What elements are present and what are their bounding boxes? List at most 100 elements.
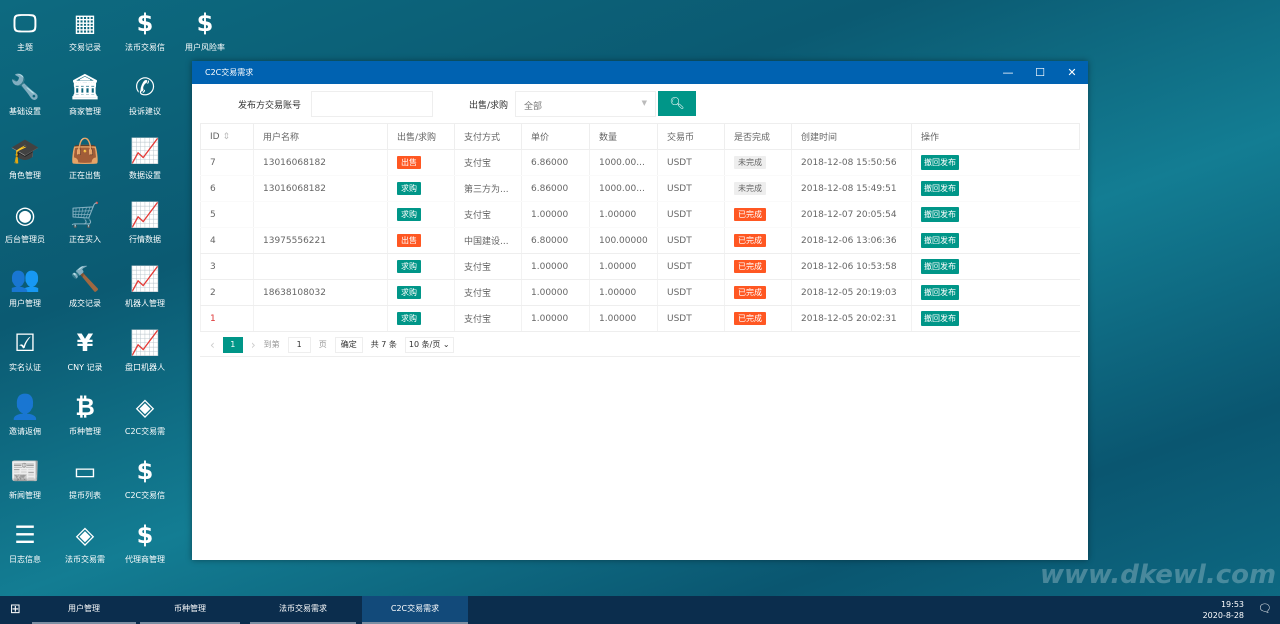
windows-icon[interactable]: ⊞ — [10, 602, 21, 617]
caret-down-icon: ▼ — [641, 99, 647, 107]
cell-status: 已完成 — [724, 201, 792, 228]
withdraw-button[interactable]: 撤回发布 — [921, 311, 959, 326]
desktop-icon[interactable]: ◈ 法币交易需 — [55, 520, 115, 565]
type-badge: 出售 — [397, 234, 421, 247]
cart-icon: 🛒 — [70, 201, 100, 229]
type-badge: 求购 — [397, 286, 421, 299]
desktop-icon[interactable]: $ 代理商管理 — [115, 520, 175, 565]
desktop-icon-label: C2C交易信 — [124, 491, 166, 500]
withdraw-button[interactable]: 撤回发布 — [921, 259, 959, 274]
page-size-value: 10 条/页 — [408, 339, 441, 349]
cell-id: 2 — [200, 279, 254, 306]
desktop-icon-label: 盘口机器人 — [125, 363, 165, 372]
desktop-icon[interactable]: 📈 机器人管理 — [115, 264, 175, 309]
desktop-icon[interactable]: 👤 邀请返佣 — [0, 392, 55, 437]
goto-page-input[interactable]: 1 — [287, 336, 311, 353]
chat-bubble-icon[interactable]: 🗨︎ — [1258, 602, 1272, 615]
desktop-icon-label: 行情数据 — [129, 235, 161, 244]
type-select[interactable]: 全部 ▼ — [515, 91, 656, 117]
desktop-icon[interactable]: $ 用户风险率 — [175, 8, 235, 53]
header-label: 创建时间 — [801, 133, 838, 143]
c2c-window: C2C交易需求 — ☐ ✕ 发布方交易账号 出售/求购 全部 ▼ 🔍︎ ID ⇕ 用… — [192, 61, 1088, 560]
line-chart-icon: 📈 — [130, 329, 160, 357]
cell-user: 18638108032 — [253, 279, 388, 306]
cell-time: 2018-12-08 15:49:51 — [791, 175, 912, 202]
desktop-icon[interactable]: 📰 新闻管理 — [0, 456, 55, 501]
withdraw-button[interactable]: 撤回发布 — [921, 207, 959, 222]
window-title: C2C交易需求 — [205, 68, 254, 77]
cell-id: 1 — [200, 305, 254, 332]
table-row: 5 求购 支付宝 1.00000 1.00000 USDT 已完成 2018-1… — [200, 201, 1080, 228]
desktop-icon-label: 成交记录 — [69, 299, 101, 308]
desktop-icon[interactable]: ☰ 日志信息 — [0, 520, 55, 565]
withdraw-button[interactable]: 撤回发布 — [921, 233, 959, 248]
clock[interactable]: 19:53 2020-8-28 — [1203, 599, 1244, 621]
line-chart-icon: 📈 — [130, 201, 160, 229]
desktop-icon[interactable]: 🎓 角色管理 — [0, 136, 55, 181]
search-button[interactable]: 🔍︎ — [658, 91, 696, 116]
page-1-button[interactable]: 1 — [222, 336, 243, 353]
sort-icon[interactable]: ⇕ — [222, 132, 230, 142]
newspaper-icon: 📰 — [10, 457, 40, 485]
taskbar-item[interactable]: 币种管理 — [140, 596, 240, 624]
minimize-button[interactable]: — — [993, 61, 1023, 84]
page-size-select[interactable]: 10 条/页 ⌄ — [404, 336, 454, 353]
desktop-icon[interactable]: 🖵 主题 — [0, 8, 55, 53]
desktop-icon[interactable]: 📈 数据设置 — [115, 136, 175, 181]
desktop-icon[interactable]: 👜 正在出售 — [55, 136, 115, 181]
header-label: 出售/求购 — [397, 133, 437, 143]
desktop-icon-label: 正在出售 — [69, 171, 101, 180]
desktop-icon[interactable]: ◈ C2C交易需 — [115, 392, 175, 437]
desktop-icon[interactable]: ¥ CNY 记录 — [55, 328, 115, 373]
cell-coin: USDT — [657, 279, 725, 306]
withdraw-button[interactable]: 撤回发布 — [921, 155, 959, 170]
desktop-icon[interactable]: ◉ 后台管理员 — [0, 200, 55, 245]
table-row: 4 13975556221 出售 中国建设... 6.80000 100.000… — [200, 227, 1080, 254]
desktop-icon-label: 数据设置 — [129, 171, 161, 180]
desktop-icon[interactable]: 🔨 成交记录 — [55, 264, 115, 309]
goto-confirm-button[interactable]: 确定 — [334, 336, 363, 353]
desktop-icon-label: 日志信息 — [9, 555, 41, 564]
watermark: www.dkewl.com — [1040, 560, 1277, 590]
desktop-icon[interactable]: 📈 盘口机器人 — [115, 328, 175, 373]
user-plus-icon: 👤 — [10, 393, 40, 421]
status-badge: 已完成 — [734, 234, 766, 247]
withdraw-button[interactable]: 撤回发布 — [921, 285, 959, 300]
desktop-icon-label: 主题 — [17, 43, 33, 52]
cell-qty: 1.00000 — [589, 201, 658, 228]
desktop-icon[interactable]: 📈 行情数据 — [115, 200, 175, 245]
desktop-icon[interactable]: 🏛 商家管理 — [55, 72, 115, 117]
desktop-icon[interactable]: ▦ 交易记录 — [55, 8, 115, 53]
maximize-button[interactable]: ☐ — [1025, 61, 1055, 84]
desktop-icon[interactable]: 👥 用户管理 — [0, 264, 55, 309]
account-input[interactable] — [311, 91, 433, 117]
cell-pay: 支付宝 — [454, 201, 522, 228]
taskbar-item[interactable]: C2C交易需求 — [362, 596, 468, 624]
prev-page-button[interactable]: ‹ — [210, 338, 215, 352]
desktop-icon[interactable]: ₿ 币种管理 — [55, 392, 115, 437]
desktop-icon[interactable]: 🛒 正在买入 — [55, 200, 115, 245]
cell-price: 6.80000 — [521, 227, 590, 254]
desktop-icon[interactable]: $ C2C交易信 — [115, 456, 175, 501]
exchange-icon: ◈ — [135, 393, 155, 421]
yen-icon: ¥ — [76, 329, 94, 357]
taskbar-item[interactable]: 用户管理 — [32, 596, 136, 624]
desktop-icon[interactable]: ☑ 实名认证 — [0, 328, 55, 373]
next-page-button[interactable]: › — [251, 338, 256, 352]
desktop-icon-label: 角色管理 — [9, 171, 41, 180]
desktop-icon[interactable]: ✆ 投诉建议 — [115, 72, 175, 117]
desktop-icon[interactable]: $ 法币交易信 — [115, 8, 175, 53]
close-button[interactable]: ✕ — [1057, 61, 1087, 84]
desktop-icon-label: 新闻管理 — [9, 491, 41, 500]
desktop-icon[interactable]: 🔧 基础设置 — [0, 72, 55, 117]
desktop-icon-label: 基础设置 — [9, 107, 41, 116]
withdraw-button[interactable]: 撤回发布 — [921, 181, 959, 196]
cell-status: 已完成 — [724, 253, 792, 280]
column-header[interactable]: ID ⇕ — [200, 123, 254, 150]
window-titlebar[interactable]: C2C交易需求 — [192, 61, 1088, 84]
cell-coin: USDT — [657, 201, 725, 228]
taskbar-item[interactable]: 法币交易需求 — [250, 596, 356, 624]
users-icon: 👥 — [10, 265, 40, 293]
cell-user: 13975556221 — [253, 227, 388, 254]
desktop-icon[interactable]: ▭ 提币列表 — [55, 456, 115, 501]
